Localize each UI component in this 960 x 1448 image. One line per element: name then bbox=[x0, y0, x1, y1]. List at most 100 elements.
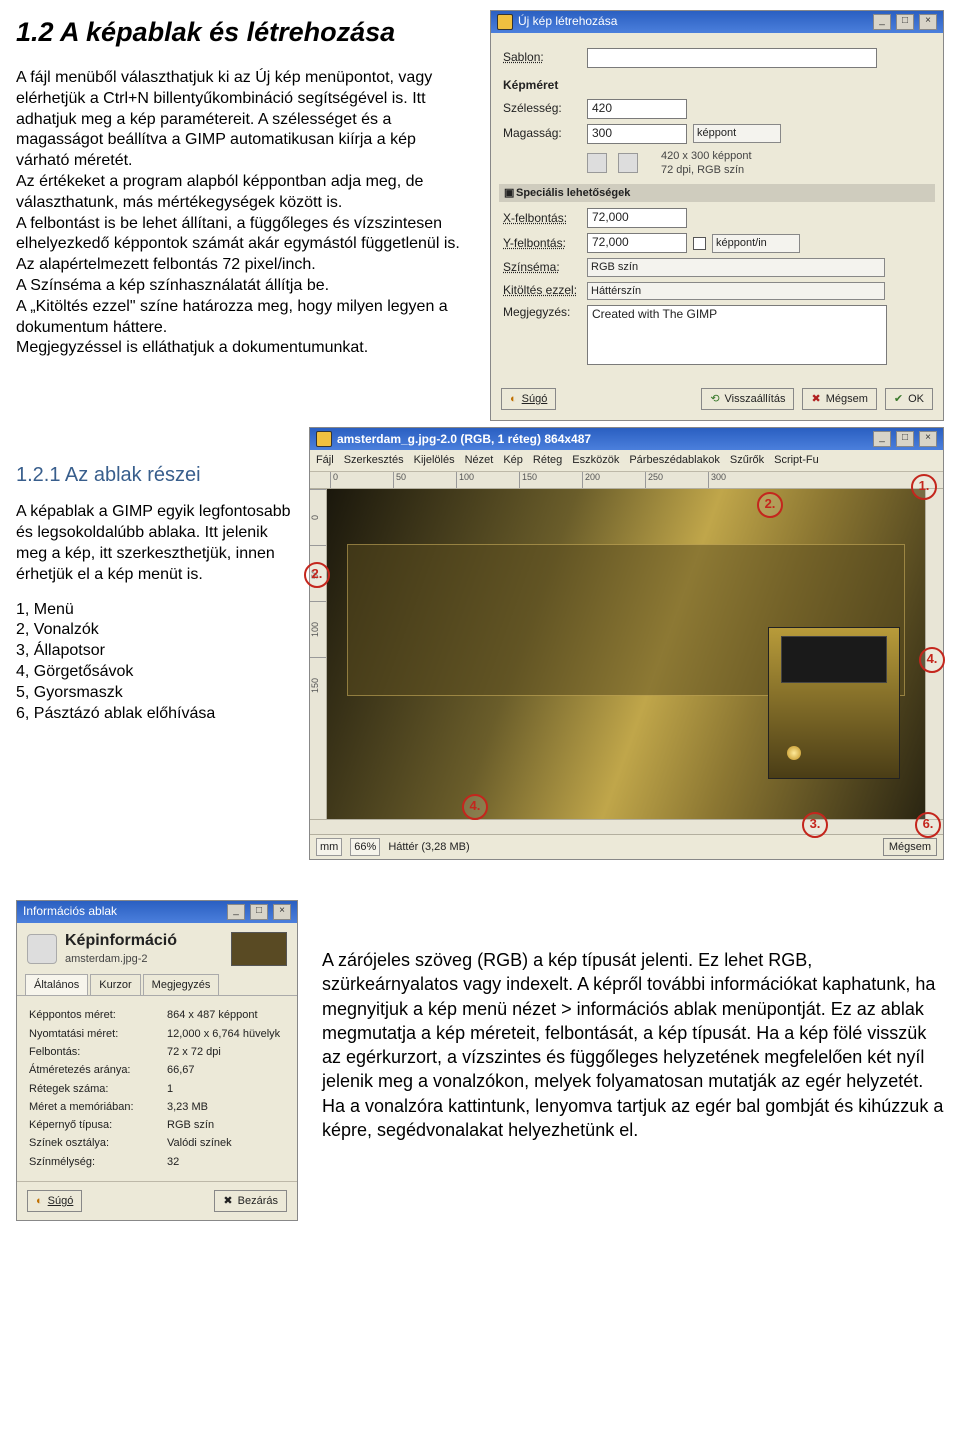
info-thumbnail bbox=[231, 932, 287, 966]
menu-nezet[interactable]: Nézet bbox=[465, 453, 494, 467]
menu-bar[interactable]: Fájl Szerkesztés Kijelölés Nézet Kép Rét… bbox=[310, 450, 943, 471]
check-icon: ✔ bbox=[894, 392, 903, 406]
status-cancel-button[interactable]: Mégsem bbox=[883, 838, 937, 856]
image-window: amsterdam_g.jpg-2.0 (RGB, 1 réteg) 864x4… bbox=[309, 427, 944, 860]
menu-kep[interactable]: Kép bbox=[503, 453, 523, 467]
heading-1-2-1: 1.2.1 Az ablak részei bbox=[16, 462, 293, 488]
minimize-button[interactable]: _ bbox=[227, 904, 245, 920]
imgwin-title: amsterdam_g.jpg-2.0 (RGB, 1 réteg) 864x4… bbox=[337, 432, 591, 448]
list-item: 6, Pásztázó ablak előhívása bbox=[16, 704, 293, 725]
menu-szerkesztes[interactable]: Szerkesztés bbox=[344, 453, 404, 467]
section2-list: 1, Menü 2, Vonalzók 3, Állapotsor 4, Gör… bbox=[16, 600, 293, 725]
reset-button[interactable]: ⟲Visszaállítás bbox=[701, 388, 794, 410]
ruler-vertical[interactable]: 0 50 100 150 bbox=[310, 489, 327, 819]
heading-1-2: 1.2 A képablak és létrehozása bbox=[16, 15, 472, 50]
yfel-input[interactable]: 72,000 bbox=[587, 233, 687, 253]
tab-megjegyzes[interactable]: Megjegyzés bbox=[143, 974, 220, 995]
badge-6: 6. bbox=[915, 812, 941, 838]
train-shape bbox=[768, 627, 900, 779]
tab-kurzor[interactable]: Kurzor bbox=[90, 974, 140, 995]
info-titlebar[interactable]: Információs ablak _ □ × bbox=[17, 901, 297, 923]
canvas[interactable] bbox=[327, 489, 925, 819]
close-button[interactable]: × bbox=[273, 904, 291, 920]
spec-heading[interactable]: Speciális lehetőségek bbox=[516, 187, 630, 199]
info-icon bbox=[27, 934, 57, 964]
list-item: 4, Görgetősávok bbox=[16, 662, 293, 683]
xfel-input[interactable]: 72,000 bbox=[587, 208, 687, 228]
badge-2b: 2. bbox=[304, 562, 330, 588]
maximize-button[interactable]: □ bbox=[896, 14, 914, 30]
tab-altalanos[interactable]: Általános bbox=[25, 974, 88, 995]
portrait-icon[interactable] bbox=[587, 153, 607, 173]
magassag-label: Magasság: bbox=[503, 126, 581, 142]
menu-parbeszed[interactable]: Párbeszédablakok bbox=[629, 453, 720, 467]
undo-icon: ⟲ bbox=[710, 392, 719, 406]
help-button[interactable]: ◐Súgó bbox=[501, 388, 556, 410]
unit-select[interactable]: képpont bbox=[693, 124, 781, 142]
res-unit-select[interactable]: képpont/in bbox=[712, 234, 800, 252]
help-icon: ◐ bbox=[510, 392, 517, 406]
imgwin-titlebar[interactable]: amsterdam_g.jpg-2.0 (RGB, 1 réteg) 864x4… bbox=[310, 428, 943, 450]
menu-reteg[interactable]: Réteg bbox=[533, 453, 562, 467]
menu-fajl[interactable]: Fájl bbox=[316, 453, 334, 467]
landscape-icon[interactable] bbox=[618, 153, 638, 173]
badge-3: 3. bbox=[802, 812, 828, 838]
ok-button[interactable]: ✔OK bbox=[885, 388, 933, 410]
x-icon: ✖ bbox=[811, 392, 820, 406]
list-item: 3, Állapotsor bbox=[16, 641, 293, 662]
magassag-input[interactable]: 300 bbox=[587, 124, 687, 144]
list-item: 1, Menü bbox=[16, 600, 293, 621]
szinsema-select[interactable]: RGB szín bbox=[587, 258, 885, 276]
status-bar: mm 66% Háttér (3,28 MB) Mégsem bbox=[310, 834, 943, 859]
status-zoom-select[interactable]: 66% bbox=[350, 838, 380, 856]
close-button[interactable]: × bbox=[919, 14, 937, 30]
help-icon: ◐ bbox=[36, 1194, 43, 1208]
menu-szurok[interactable]: Szűrők bbox=[730, 453, 764, 467]
info-window-title: Információs ablak bbox=[23, 904, 117, 920]
list-item: 5, Gyorsmaszk bbox=[16, 683, 293, 704]
minimize-button[interactable]: _ bbox=[873, 14, 891, 30]
dialog-titlebar[interactable]: Új kép létrehozása _ □ × bbox=[491, 11, 943, 33]
cancel-button[interactable]: ✖Mégsem bbox=[802, 388, 876, 410]
section1-para: A fájl menüből választhatjuk ki az Új ké… bbox=[16, 68, 472, 359]
badge-4b: 4. bbox=[462, 794, 488, 820]
megj-textarea[interactable]: Created with The GIMP bbox=[587, 305, 887, 365]
info-body: Képpontos méret:864 x 487 képpont Nyomta… bbox=[17, 996, 297, 1181]
xfel-label: X-felbontás: bbox=[503, 211, 581, 227]
sablon-label: Sablon: bbox=[503, 50, 581, 66]
app-icon bbox=[497, 14, 513, 30]
status-unit-select[interactable]: mm bbox=[316, 838, 342, 856]
kitoltes-label: Kitöltés ezzel: bbox=[503, 283, 581, 299]
menu-scriptfu[interactable]: Script-Fu bbox=[774, 453, 819, 467]
badge-2: 2. bbox=[757, 492, 783, 518]
section2-p1: A képablak a GIMP egyik legfontosabb és … bbox=[16, 502, 293, 585]
list-item: 2, Vonalzók bbox=[16, 620, 293, 641]
maximize-button[interactable]: □ bbox=[896, 431, 914, 447]
x-icon: ✖ bbox=[223, 1194, 232, 1208]
minimize-button[interactable]: _ bbox=[873, 431, 891, 447]
kitoltes-select[interactable]: Háttérszín bbox=[587, 282, 885, 300]
info-close-button[interactable]: ✖Bezárás bbox=[214, 1190, 287, 1212]
dialog-title: Új kép létrehozása bbox=[518, 14, 617, 30]
app-icon bbox=[316, 431, 332, 447]
kepmeret-heading: Képméret bbox=[503, 78, 931, 94]
yfel-label: Y-felbontás: bbox=[503, 236, 581, 252]
menu-kijeloles[interactable]: Kijelölés bbox=[414, 453, 455, 467]
chain-icon[interactable] bbox=[693, 237, 706, 250]
close-button[interactable]: × bbox=[919, 431, 937, 447]
maximize-button[interactable]: □ bbox=[250, 904, 268, 920]
scrollbar-horizontal[interactable] bbox=[310, 819, 943, 834]
badge-1: 1. bbox=[911, 474, 937, 500]
badge-4: 4. bbox=[919, 647, 945, 673]
size-info: 420 x 300 képpont 72 dpi, RGB szín bbox=[661, 149, 752, 178]
szelesseg-label: Szélesség: bbox=[503, 101, 581, 117]
info-help-button[interactable]: ◐Súgó bbox=[27, 1190, 82, 1212]
ruler-horizontal[interactable]: 0 50 100 150 200 250 300 bbox=[310, 472, 943, 489]
new-image-dialog: Új kép létrehozása _ □ × Sablon: Képmére… bbox=[490, 10, 944, 421]
menu-eszkozok[interactable]: Eszközök bbox=[572, 453, 619, 467]
szelesseg-input[interactable]: 420 bbox=[587, 99, 687, 119]
megj-label: Megjegyzés: bbox=[503, 305, 581, 321]
section3-para: A zárójeles szöveg (RGB) a kép típusát j… bbox=[322, 948, 944, 1142]
status-layer: Háttér (3,28 MB) bbox=[388, 840, 875, 854]
sablon-select[interactable] bbox=[587, 48, 877, 68]
